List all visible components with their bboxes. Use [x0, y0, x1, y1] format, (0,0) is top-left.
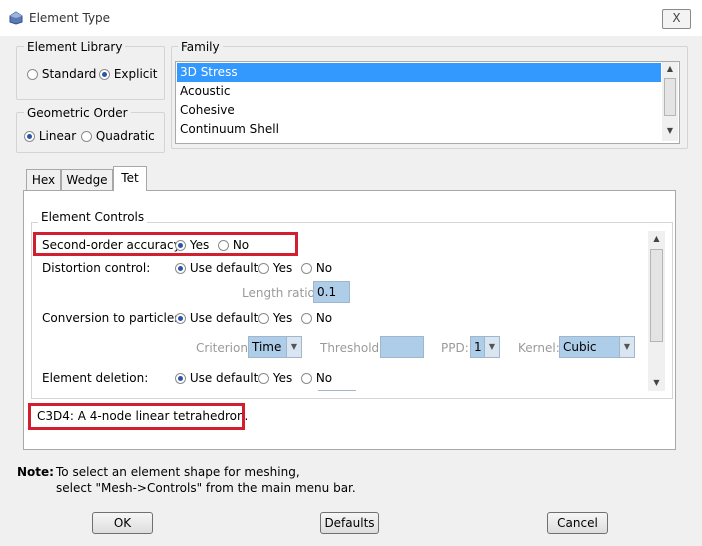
conversion-label: Conversion to particles:	[42, 311, 185, 325]
distortion-yes-label: Yes	[272, 261, 293, 275]
scroll-up-icon[interactable]: ▲	[648, 234, 665, 243]
deletion-yes-indicator	[258, 373, 269, 384]
conversion-yes-indicator	[258, 313, 269, 324]
deletion-use-default-indicator	[175, 373, 186, 384]
criterion-label: Criterion:	[196, 341, 252, 355]
distortion-no-label: No	[315, 261, 333, 275]
length-ratio-field[interactable]: 0.1	[313, 281, 350, 303]
radio-explicit-indicator	[99, 69, 110, 80]
tab-hex[interactable]: Hex	[26, 169, 61, 191]
kernel-select[interactable]: Cubic ▼	[559, 336, 635, 358]
kernel-label: Kernel:	[518, 341, 560, 355]
close-icon: X	[672, 11, 681, 25]
deletion-no-indicator	[301, 373, 312, 384]
family-scrollbar[interactable]: ▲ ▼	[662, 62, 678, 141]
conversion-no[interactable]: No	[301, 311, 332, 325]
geometric-order-label: Geometric Order	[24, 106, 131, 120]
ok-button[interactable]: OK	[92, 512, 153, 534]
conversion-use-default-indicator	[175, 313, 186, 324]
kernel-value: Cubic	[563, 340, 597, 354]
distortion-use-default[interactable]: Use default	[175, 261, 258, 275]
distortion-yes-indicator	[258, 263, 269, 274]
radio-linear-label: Linear	[38, 129, 77, 143]
tab-tet[interactable]: Tet	[113, 166, 147, 191]
ppd-select[interactable]: 1 ▼	[470, 336, 500, 358]
scroll-thumb[interactable]	[664, 78, 676, 116]
radio-quadratic[interactable]: Quadratic	[81, 129, 155, 143]
note-label: Note:	[17, 465, 54, 479]
distortion-use-default-indicator	[175, 263, 186, 274]
ppd-value: 1	[474, 340, 482, 354]
criterion-select[interactable]: Time ▼	[248, 336, 302, 358]
highlight-box-second-order	[33, 232, 298, 256]
cancel-button[interactable]: Cancel	[547, 512, 608, 534]
note-line-2: select "Mesh->Controls" from the main me…	[56, 481, 356, 495]
clipped-field-edge	[318, 390, 356, 391]
app-icon	[9, 11, 23, 25]
deletion-use-default[interactable]: Use default	[175, 371, 258, 385]
list-item[interactable]: Continuum Shell	[177, 120, 661, 139]
threshold-label: Threshold:	[320, 341, 384, 355]
radio-standard[interactable]: Standard	[27, 67, 96, 81]
list-item[interactable]: Acoustic	[177, 82, 661, 101]
distortion-yes[interactable]: Yes	[258, 261, 292, 275]
radio-explicit-label: Explicit	[113, 67, 158, 81]
conversion-yes-label: Yes	[272, 311, 293, 325]
distortion-use-default-label: Use default	[189, 261, 259, 275]
deletion-yes-label: Yes	[272, 371, 293, 385]
threshold-field[interactable]	[380, 336, 424, 358]
element-controls-label: Element Controls	[38, 210, 148, 224]
distortion-no-indicator	[301, 263, 312, 274]
highlight-box-description	[28, 403, 245, 430]
distortion-no[interactable]: No	[301, 261, 332, 275]
chevron-down-icon: ▼	[484, 337, 499, 357]
tab-wedge[interactable]: Wedge	[61, 169, 113, 191]
family-list[interactable]: 3D Stress Acoustic Cohesive Continuum Sh…	[175, 61, 680, 144]
radio-quadratic-label: Quadratic	[95, 129, 155, 143]
radio-quadratic-indicator	[81, 131, 92, 142]
radio-linear[interactable]: Linear	[24, 129, 76, 143]
defaults-button[interactable]: Defaults	[320, 512, 379, 534]
chevron-down-icon: ▼	[619, 337, 634, 357]
length-ratio-label: Length ratio:	[242, 286, 319, 300]
deletion-label: Element deletion:	[42, 371, 149, 385]
scroll-down-icon[interactable]: ▼	[648, 378, 665, 387]
conversion-no-label: No	[315, 311, 333, 325]
scroll-down-icon[interactable]: ▼	[662, 126, 678, 135]
note-line-1: To select an element shape for meshing,	[56, 465, 300, 479]
deletion-use-default-label: Use default	[189, 371, 259, 385]
controls-scrollbar[interactable]: ▲ ▼	[648, 231, 665, 391]
ppd-label: PPD:	[441, 341, 469, 355]
conversion-use-default-label: Use default	[189, 311, 259, 325]
element-library-label: Element Library	[24, 40, 126, 54]
window-title: Element Type	[29, 11, 111, 25]
family-label: Family	[178, 40, 223, 54]
deletion-no-label: No	[315, 371, 333, 385]
scroll-thumb[interactable]	[650, 249, 663, 342]
conversion-no-indicator	[301, 313, 312, 324]
radio-standard-indicator	[27, 69, 38, 80]
conversion-use-default[interactable]: Use default	[175, 311, 258, 325]
list-item[interactable]: Cohesive	[177, 101, 661, 120]
deletion-no[interactable]: No	[301, 371, 332, 385]
deletion-yes[interactable]: Yes	[258, 371, 292, 385]
radio-linear-indicator	[24, 131, 35, 142]
radio-standard-label: Standard	[41, 67, 97, 81]
scroll-up-icon[interactable]: ▲	[662, 64, 678, 73]
chevron-down-icon: ▼	[286, 337, 301, 357]
criterion-value: Time	[252, 340, 282, 354]
conversion-yes[interactable]: Yes	[258, 311, 292, 325]
radio-explicit[interactable]: Explicit	[99, 67, 157, 81]
list-item[interactable]: 3D Stress	[177, 63, 661, 82]
close-button[interactable]: X	[662, 9, 691, 29]
distortion-label: Distortion control:	[42, 261, 151, 275]
